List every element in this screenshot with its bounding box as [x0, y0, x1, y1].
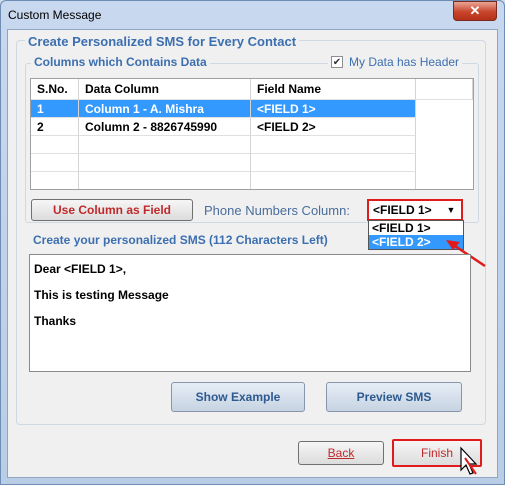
empty-cell — [31, 136, 79, 154]
back-button-label: Back — [327, 446, 355, 460]
phone-numbers-selected-value: <FIELD 1> — [373, 203, 432, 217]
empty-cell — [251, 136, 416, 154]
columns-grid[interactable]: S.No. Data Column Field Name 1 Column 1 … — [30, 78, 474, 190]
phone-numbers-column-label: Phone Numbers Column: — [204, 203, 350, 218]
column-header-field-name[interactable]: Field Name — [251, 79, 416, 100]
empty-cell — [251, 172, 416, 189]
empty-cell — [31, 154, 79, 172]
use-column-as-field-button[interactable]: Use Column as Field — [31, 199, 193, 221]
close-button[interactable]: ✕ — [453, 1, 497, 21]
chevron-down-icon[interactable]: ▼ — [444, 203, 458, 217]
column-header-data-column[interactable]: Data Column — [79, 79, 251, 100]
data-header-checkbox[interactable]: ✔ — [331, 56, 343, 68]
table-row-field-name[interactable]: <FIELD 2> — [251, 118, 416, 136]
preview-sms-button[interactable]: Preview SMS — [326, 382, 462, 412]
back-button[interactable]: Back — [298, 441, 384, 465]
sms-group-title: Create your personalized SMS (112 Charac… — [31, 233, 330, 247]
table-row-data-column[interactable]: Column 1 - A. Mishra — [79, 100, 251, 118]
table-row-sno[interactable]: 2 — [31, 118, 79, 136]
data-header-checkbox-row[interactable]: ✔ My Data has Header — [328, 55, 463, 69]
sms-line: This is testing Message — [34, 288, 169, 302]
close-icon: ✕ — [469, 3, 481, 18]
table-row-data-column[interactable]: Column 2 - 8826745990 — [79, 118, 251, 136]
empty-cell — [79, 154, 251, 172]
columns-group-title: Columns which Contains Data — [31, 55, 210, 69]
finish-pointer-arrow — [464, 457, 477, 475]
empty-cell — [251, 154, 416, 172]
empty-cell — [79, 172, 251, 189]
sms-line: Dear <FIELD 1>, — [34, 262, 127, 276]
table-row-field-name[interactable]: <FIELD 1> — [251, 100, 416, 118]
show-example-button[interactable]: Show Example — [171, 382, 305, 412]
arrow-line — [464, 457, 477, 475]
sms-line: Thanks — [34, 314, 77, 328]
data-header-checkbox-label: My Data has Header — [349, 55, 460, 69]
empty-cell — [79, 136, 251, 154]
group-title: Create Personalized SMS for Every Contac… — [25, 34, 300, 49]
column-header-empty — [416, 79, 473, 100]
checkmark-icon: ✔ — [332, 57, 342, 68]
phone-numbers-column-select[interactable]: <FIELD 1> ▼ — [367, 199, 463, 221]
table-row-sno[interactable]: 1 — [31, 100, 79, 118]
empty-cell — [31, 172, 79, 189]
sms-message-textarea[interactable]: Dear <FIELD 1>, This is testing Message … — [29, 254, 471, 372]
column-header-sno[interactable]: S.No. — [31, 79, 79, 100]
window-title: Custom Message — [8, 8, 102, 22]
